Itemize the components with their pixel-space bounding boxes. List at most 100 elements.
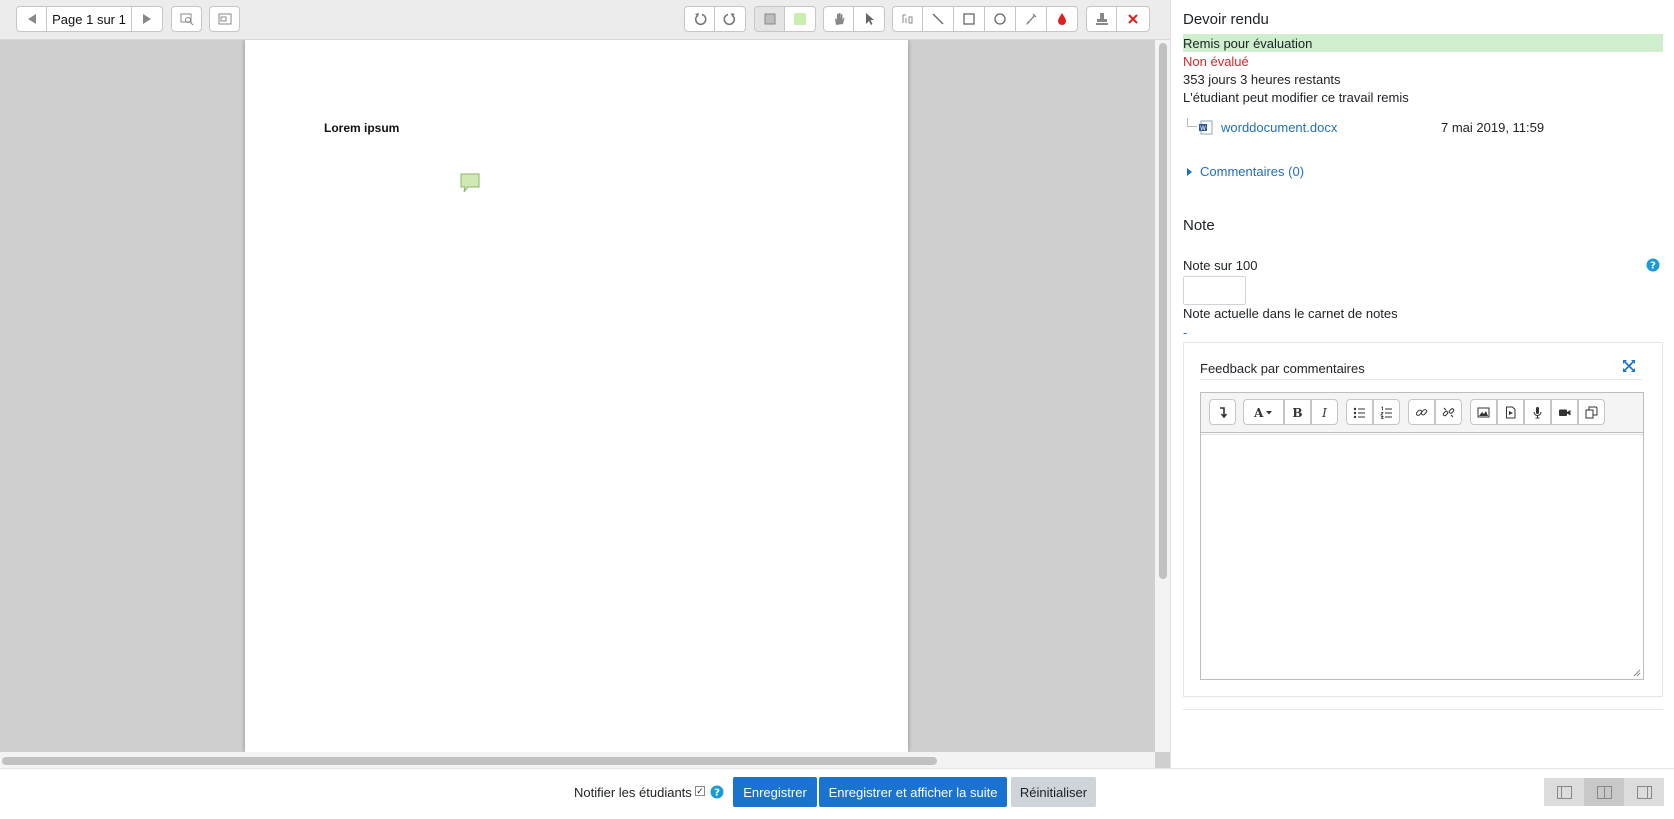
pen-tool-button[interactable]: [1016, 6, 1047, 32]
annotation-color-button[interactable]: [785, 6, 816, 32]
video-camera-icon: [1559, 409, 1571, 416]
help-icon[interactable]: ?: [710, 785, 724, 799]
arrow-right-icon: [143, 14, 151, 24]
record-audio-button[interactable]: [1524, 399, 1551, 425]
help-icon[interactable]: ?: [1646, 258, 1660, 272]
save-button[interactable]: Enregistrer: [733, 777, 817, 807]
image-button[interactable]: [1470, 399, 1497, 425]
highlight-tool-button[interactable]: [1047, 6, 1078, 32]
grading-panel: Devoir rendu Remis pour évaluation Non é…: [1170, 0, 1674, 768]
media-button[interactable]: [1497, 399, 1524, 425]
pen-icon: [1026, 13, 1037, 25]
svg-text:?: ?: [714, 788, 720, 799]
file-date: 7 mai 2019, 11:59: [1441, 120, 1545, 135]
caret-right-icon: [1187, 167, 1192, 176]
rectangle-tool-button[interactable]: [954, 6, 985, 32]
comment-tool-button[interactable]: [892, 6, 923, 32]
edit-permission-text: L'étudiant peut modifier ce travail remi…: [1183, 90, 1409, 105]
rotate-right-button[interactable]: [715, 6, 746, 32]
rotate-right-icon: [723, 13, 736, 26]
expand-icon[interactable]: [1622, 359, 1636, 373]
cursor-icon: [866, 13, 874, 25]
close-icon: [1128, 14, 1138, 24]
grading-status: Non évalué: [1183, 54, 1249, 69]
feedback-label: Feedback par commentaires: [1200, 361, 1365, 376]
layout-left-icon: [1556, 785, 1572, 799]
line-tool-button[interactable]: [923, 6, 954, 32]
unordered-list-button[interactable]: [1346, 399, 1373, 425]
bold-button[interactable]: B: [1284, 399, 1311, 425]
comment-color-button[interactable]: [754, 6, 785, 32]
grade-label: Note sur 100: [1183, 258, 1258, 273]
resize-handle-icon[interactable]: [1633, 669, 1641, 677]
document-canvas[interactable]: Lorem ipsum: [0, 40, 1155, 752]
circle-icon: [994, 13, 1006, 25]
grade-input[interactable]: [1183, 276, 1246, 305]
font-style-button[interactable]: A: [1243, 399, 1284, 425]
line-icon: [932, 13, 944, 25]
pdf-page[interactable]: Lorem ipsum: [245, 40, 908, 752]
document-text: Lorem ipsum: [324, 121, 400, 135]
vertical-scrollbar-thumb[interactable]: [1159, 43, 1167, 579]
layout-collapse-grade-button[interactable]: [1544, 778, 1584, 806]
select-tool-button[interactable]: [854, 6, 885, 32]
copy-files-icon: [1585, 406, 1598, 418]
italic-icon: I: [1321, 406, 1327, 419]
ordered-list-button[interactable]: [1373, 399, 1400, 425]
stamp-tool-button[interactable]: [1086, 6, 1117, 32]
gradebook-label: Note actuelle dans le carnet de notes: [1183, 306, 1398, 321]
bold-icon: B: [1292, 406, 1302, 419]
unlink-button[interactable]: [1435, 399, 1462, 425]
file-link[interactable]: worddocument.docx: [1221, 120, 1337, 135]
comment-marker-icon[interactable]: [459, 172, 481, 194]
previous-page-button[interactable]: [16, 6, 47, 32]
notify-students-checkbox[interactable]: ✓: [695, 786, 705, 796]
horizontal-scrollbar-thumb[interactable]: [2, 757, 937, 765]
pan-tool-button[interactable]: [823, 6, 854, 32]
stamp-icon: [1095, 13, 1108, 25]
pdf-viewer: Page 1 sur 1 Lorem ipsum: [0, 0, 1170, 768]
record-video-button[interactable]: [1551, 399, 1578, 425]
time-remaining: 353 jours 3 heures restants: [1183, 72, 1341, 87]
vertical-scrollbar[interactable]: [1155, 40, 1170, 752]
svg-text:W: W: [1200, 125, 1206, 132]
font-style-icon: A: [1253, 406, 1272, 419]
toolbar-toggle-button[interactable]: [1209, 399, 1236, 425]
manage-files-button[interactable]: [1578, 399, 1605, 425]
editor-toolbar: A B I: [1201, 393, 1643, 433]
grade-section-title: Note: [1183, 217, 1215, 234]
comment-tool-icon: [902, 14, 912, 24]
gradebook-value[interactable]: -: [1183, 325, 1187, 340]
comments-panel-icon: [218, 13, 231, 25]
oval-tool-button[interactable]: [985, 6, 1016, 32]
reset-button[interactable]: Réinitialiser: [1011, 777, 1096, 807]
media-file-icon: [1506, 406, 1516, 418]
color-swatch-icon: [794, 13, 806, 25]
comments-link: Commentaires (0): [1200, 164, 1305, 179]
save-and-next-button[interactable]: Enregistrer et afficher la suite: [819, 777, 1007, 807]
submission-status: Remis pour évaluation: [1183, 34, 1663, 52]
next-page-button[interactable]: [132, 6, 163, 32]
search-comments-button[interactable]: [171, 6, 202, 32]
comments-toggle[interactable]: Commentaires (0): [1187, 164, 1304, 179]
microphone-icon: [1533, 406, 1542, 418]
rotate-left-button[interactable]: [684, 6, 715, 32]
search-comments-icon: [180, 13, 193, 26]
panel-title: Devoir rendu: [1183, 11, 1269, 28]
layout-default-button[interactable]: [1584, 778, 1624, 806]
feedback-textarea[interactable]: [1201, 434, 1643, 679]
svg-text:I: I: [1321, 406, 1327, 419]
delete-tool-button[interactable]: [1117, 6, 1150, 32]
expand-comments-button[interactable]: [209, 6, 240, 32]
feedback-divider: [1200, 379, 1642, 380]
page-label: Page 1 sur 1: [52, 11, 126, 27]
layout-right-icon: [1636, 785, 1652, 799]
word-document-icon: W: [1199, 120, 1213, 135]
page-selector[interactable]: Page 1 sur 1: [47, 6, 132, 32]
link-button[interactable]: [1408, 399, 1435, 425]
horizontal-scrollbar[interactable]: [0, 752, 1155, 768]
italic-button[interactable]: I: [1311, 399, 1338, 425]
ink-drop-icon: [1058, 13, 1066, 25]
layout-collapse-review-button[interactable]: [1624, 778, 1664, 806]
show-more-icon: [1220, 406, 1228, 418]
